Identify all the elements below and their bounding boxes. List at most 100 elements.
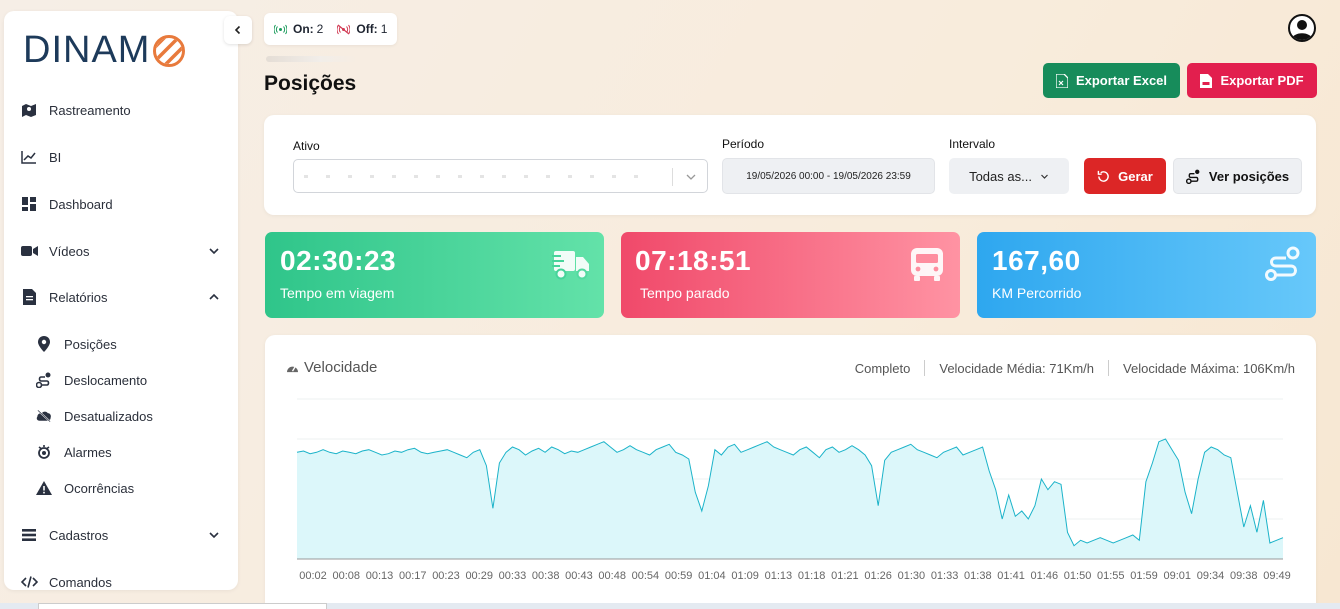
video-camera-icon bbox=[20, 242, 38, 260]
sidebar-item-bi[interactable]: BI bbox=[20, 146, 224, 168]
sidebar-item-relatorios[interactable]: Relatórios bbox=[20, 286, 224, 308]
ativo-value-blurred bbox=[304, 175, 644, 178]
signal-off-icon bbox=[337, 24, 351, 34]
sidebar-subitem-label: Posições bbox=[64, 336, 117, 352]
stat-label: Tempo parado bbox=[640, 285, 730, 301]
sidebar-subitem-deslocamento[interactable]: Deslocamento bbox=[36, 369, 147, 391]
speed-chart: 00:02 00:08 00:13 00:17 00:23 00:29 00:33 00:38… bbox=[296, 398, 1291, 582]
off-label: Off: bbox=[356, 22, 378, 36]
sidebar-subitem-label: Ocorrências bbox=[64, 480, 135, 496]
sidebar-item-rastreamento[interactable]: Rastreamento bbox=[20, 99, 224, 121]
x-tick-label: 09:01 bbox=[1164, 570, 1192, 582]
sidebar-item-videos[interactable]: Vídeos bbox=[20, 240, 224, 262]
sidebar-item-label: Vídeos bbox=[49, 243, 90, 259]
sidebar-subitem-posicoes[interactable]: Posições bbox=[36, 333, 117, 355]
x-tick-label: 01:33 bbox=[931, 570, 959, 582]
x-tick-label: 01:38 bbox=[964, 570, 992, 582]
sidebar-item-dashboard[interactable]: Dashboard bbox=[20, 193, 224, 215]
export-pdf-label: Exportar PDF bbox=[1220, 73, 1304, 88]
collapse-sidebar-button[interactable] bbox=[224, 16, 252, 44]
chart-mode[interactable]: Completo bbox=[841, 361, 925, 376]
x-tick-label: 01:09 bbox=[731, 570, 759, 582]
x-tick-label: 00:54 bbox=[632, 570, 660, 582]
ativo-select[interactable] bbox=[293, 159, 708, 193]
code-icon bbox=[20, 573, 38, 590]
logo-stripe-icon bbox=[153, 34, 186, 67]
export-excel-button[interactable]: Exportar Excel bbox=[1043, 63, 1180, 98]
route-icon bbox=[1265, 246, 1300, 281]
chart-title-text: Velocidade bbox=[304, 359, 378, 376]
export-excel-label: Exportar Excel bbox=[1075, 73, 1168, 88]
x-tick-label: 00:59 bbox=[665, 570, 693, 582]
sidebar-item-label: BI bbox=[49, 149, 62, 165]
chevron-down-icon bbox=[209, 532, 219, 539]
periodo-input[interactable]: 19/05/2026 00:00 - 19/05/2026 23:59 bbox=[722, 158, 935, 194]
x-tick-label: 01:04 bbox=[698, 570, 726, 582]
stat-card-km-percorrido: 167,60 KM Percorrido bbox=[977, 232, 1316, 318]
x-tick-label: 00:02 bbox=[299, 570, 327, 582]
map-pin-icon bbox=[36, 336, 52, 352]
intervalo-select[interactable]: Todas as... bbox=[949, 158, 1069, 194]
export-pdf-button[interactable]: Exportar PDF bbox=[1187, 63, 1317, 98]
dinamo-logo[interactable]: DINAM bbox=[23, 29, 186, 72]
x-tick-label: 00:43 bbox=[565, 570, 593, 582]
x-tick-label: 01:26 bbox=[864, 570, 892, 582]
sidebar-subitem-label: Deslocamento bbox=[64, 372, 148, 388]
x-tick-label: 00:17 bbox=[399, 570, 427, 582]
sidebar-item-label: Rastreamento bbox=[49, 102, 131, 118]
user-icon bbox=[1291, 20, 1313, 40]
x-tick-label: 00:48 bbox=[598, 570, 626, 582]
document-icon bbox=[20, 288, 38, 306]
x-tick-label: 09:34 bbox=[1197, 570, 1225, 582]
x-tick-label: 00:33 bbox=[499, 570, 527, 582]
breadcrumb bbox=[266, 56, 356, 62]
x-tick-label: 01:41 bbox=[997, 570, 1025, 582]
logo-text: DINAM bbox=[23, 29, 151, 71]
gerar-button[interactable]: Gerar bbox=[1084, 158, 1166, 194]
stat-card-tempo-viagem: 02:30:23 Tempo em viagem bbox=[265, 232, 604, 318]
horizontal-scrollbar[interactable] bbox=[0, 603, 1340, 609]
select-divider bbox=[672, 168, 673, 186]
max-speed: Velocidade Máxima: 106Km/h bbox=[1123, 360, 1295, 376]
chevron-down-icon bbox=[1041, 174, 1048, 179]
page-title: Posições bbox=[264, 72, 357, 95]
chart-title: Velocidade bbox=[286, 359, 377, 376]
truck-icon bbox=[552, 251, 589, 280]
list-icon bbox=[20, 526, 38, 544]
stat-value: 07:18:51 bbox=[635, 245, 752, 276]
sidebar-item-label: Relatórios bbox=[49, 289, 108, 305]
ver-posicoes-label: Ver posições bbox=[1208, 168, 1290, 184]
sidebar-subitem-desatualizados[interactable]: Desatualizados bbox=[36, 405, 153, 427]
x-tick-label: 00:08 bbox=[332, 570, 360, 582]
x-tick-label: 00:38 bbox=[532, 570, 560, 582]
device-status-pill[interactable]: On: 2 Off: 1 bbox=[264, 13, 398, 45]
intervalo-label: Intervalo bbox=[949, 137, 996, 151]
x-tick-label: 01:30 bbox=[898, 570, 926, 582]
chevron-down-icon bbox=[686, 174, 696, 180]
sidebar-subitem-ocorrencias[interactable]: Ocorrências bbox=[36, 477, 134, 499]
sidebar-subitem-label: Desatualizados bbox=[64, 408, 153, 424]
chevron-left-icon bbox=[234, 25, 241, 35]
stat-value: 02:30:23 bbox=[280, 245, 397, 276]
stat-value: 167,60 bbox=[992, 245, 1081, 276]
intervalo-value: Todas as... bbox=[969, 168, 1032, 184]
chevron-up-icon bbox=[209, 293, 219, 300]
sidebar-item-cadastros[interactable]: Cadastros bbox=[20, 524, 224, 546]
x-tick-label: 01:18 bbox=[798, 570, 826, 582]
dashboard-icon bbox=[20, 195, 38, 213]
cloud-off-icon bbox=[36, 408, 52, 424]
on-label: On: bbox=[293, 22, 314, 36]
sidebar-subitem-alarmes[interactable]: Alarmes bbox=[36, 441, 112, 463]
bus-icon bbox=[911, 248, 943, 281]
x-tick-label: 01:50 bbox=[1064, 570, 1092, 582]
ver-posicoes-button[interactable]: Ver posições bbox=[1173, 158, 1302, 194]
user-avatar[interactable] bbox=[1288, 14, 1316, 42]
sidebar-item-label: Comandos bbox=[49, 574, 112, 590]
x-tick-label: 01:46 bbox=[1031, 570, 1059, 582]
chevron-down-icon bbox=[209, 248, 219, 255]
x-tick-label: 09:49 bbox=[1263, 570, 1291, 582]
on-count: 2 bbox=[316, 22, 324, 36]
alarm-icon bbox=[36, 444, 52, 460]
sidebar-item-comandos[interactable]: Comandos bbox=[20, 571, 224, 590]
x-tick-label: 00:23 bbox=[432, 570, 460, 582]
